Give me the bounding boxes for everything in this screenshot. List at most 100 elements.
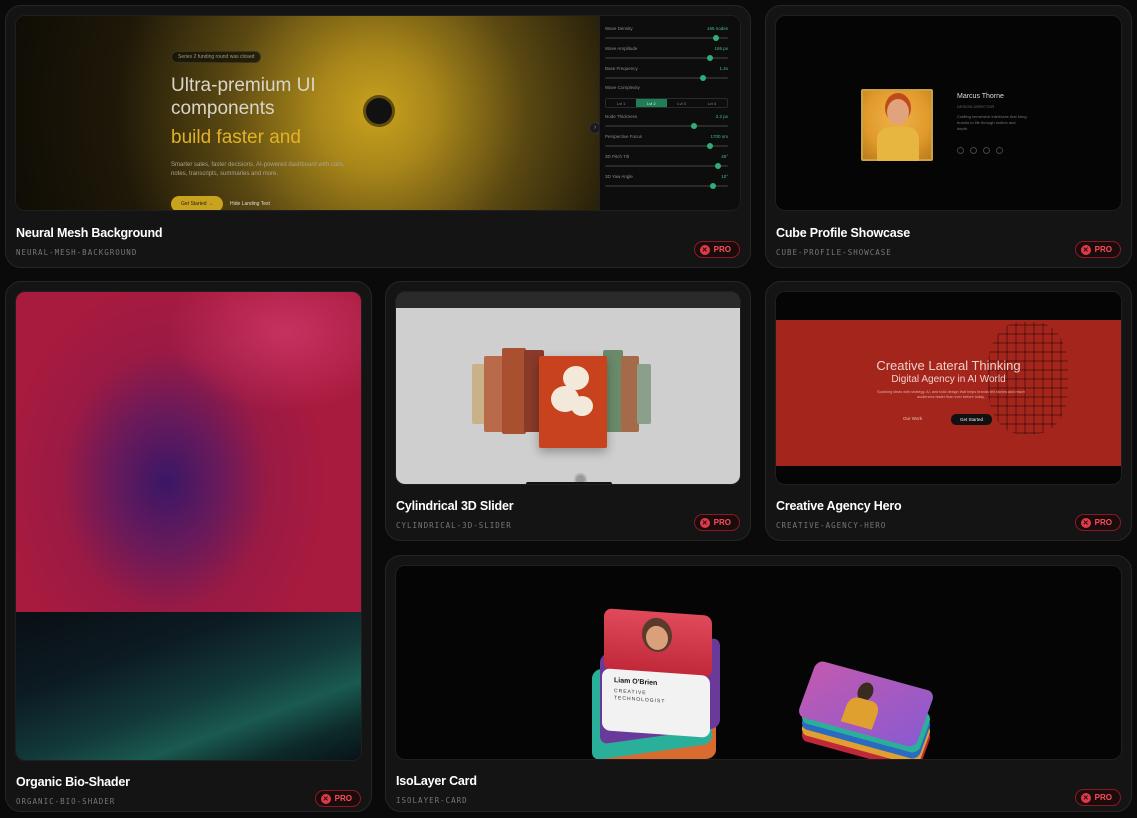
cube-profile-preview[interactable]: Marcus Thorne DESIGN DIRECTOR Crafting i… (775, 15, 1122, 211)
pro-badge-label: PRO (713, 518, 731, 527)
control-label: 3D Pitch Tilt (605, 154, 630, 159)
creative-agency-preview[interactable]: Creative Lateral Thinking Digital Agency… (775, 291, 1122, 485)
complexity-segmented-control: Lvl 1 Lvl 2 Lvl 3 Lvl 4 (605, 98, 728, 108)
slide-card-active[interactable] (539, 356, 607, 448)
card-slug: ORGANIC-BIO-SHADER (16, 797, 116, 806)
pro-badge-label: PRO (1094, 793, 1112, 802)
component-card-cylindrical-slider[interactable]: Cylindrical 3D Slider CYLINDRICAL-3D-SLI… (385, 281, 751, 541)
slider-handle[interactable] (700, 75, 707, 81)
slide-card[interactable] (502, 348, 526, 434)
profile-role: DESIGN DIRECTOR (957, 104, 995, 109)
iso-name: Liam O'Brien (614, 677, 658, 688)
close-icon: ✕ (1080, 244, 1091, 255)
profile-photo (604, 608, 712, 678)
slider-stage (396, 308, 740, 484)
preview-headline: Ultra-premium UI components (171, 75, 316, 119)
get-started-button[interactable]: Get Started → (171, 196, 223, 210)
card-title[interactable]: Organic Bio-Shader (16, 775, 130, 789)
component-card-creative-agency[interactable]: Creative Lateral Thinking Digital Agency… (765, 281, 1132, 541)
card-slug: CREATIVE-AGENCY-HERO (776, 521, 887, 530)
control-label: Wave Amplitude (605, 46, 638, 51)
scroll-indicator[interactable] (526, 482, 612, 484)
profile-bio: Crafting immersive interfaces that bring… (957, 114, 1027, 131)
slider-handle[interactable] (712, 35, 719, 41)
complexity-option[interactable]: Lvl 2 (636, 99, 667, 107)
pro-badge: ✕ PRO (1074, 241, 1121, 258)
card-title[interactable]: Neural Mesh Background (16, 226, 163, 240)
pro-badge-label: PRO (334, 794, 352, 803)
card-title[interactable]: Cube Profile Showcase (776, 226, 910, 240)
our-work-button[interactable]: Our Work (903, 416, 922, 421)
card-title[interactable]: Creative Agency Hero (776, 499, 902, 513)
iso-role-2: TECHNOLOGIST (614, 695, 666, 705)
card-slug: ISOLAYER-CARD (396, 796, 468, 805)
pro-badge: ✕ PRO (693, 514, 740, 531)
pro-badge: ✕ PRO (1074, 789, 1121, 806)
preview-headline-accent: build faster and (171, 127, 301, 148)
github-icon[interactable] (996, 147, 1003, 154)
control-value: 45° (721, 154, 728, 159)
control-label: Node Thickness (605, 114, 638, 119)
controls-panel: Wave Density 165 nodes Wave Amplitude 165 p… (599, 16, 740, 210)
control-label: Base Frequency (605, 66, 638, 71)
profile-name: Marcus Thorne (957, 93, 1004, 100)
card-title[interactable]: IsoLayer Card (396, 774, 477, 788)
close-icon: ✕ (1080, 517, 1091, 528)
complexity-option[interactable]: Lvl 3 (667, 99, 697, 107)
slider-handle[interactable] (690, 123, 697, 129)
hero-headline: Creative Lateral Thinking (876, 358, 1021, 373)
hero-description: Sparking ideas with strategy, AI, and bo… (877, 390, 1025, 399)
close-icon: ✕ (1080, 792, 1091, 803)
control-7: 3D Yaw Angle 10° (605, 174, 728, 192)
profile-photo (861, 89, 933, 161)
close-icon: ✕ (699, 244, 710, 255)
component-card-neural-mesh[interactable]: Series 2 funding round was closed Ultra-… (5, 5, 751, 268)
control-5: Perspective Focus 1700 nm (605, 134, 728, 152)
slider-handle[interactable] (706, 55, 713, 61)
instagram-icon[interactable] (970, 147, 977, 154)
neural-mesh-preview[interactable]: Series 2 funding round was closed Ultra-… (15, 15, 741, 211)
hide-landing-text-button[interactable]: Hide Landing Text (230, 201, 270, 207)
slider-track[interactable] (605, 37, 728, 39)
announcement-pill[interactable]: Series 2 funding round was closed (171, 51, 262, 63)
control-label: 3D Yaw Angle (605, 174, 633, 179)
id-card[interactable]: Liam O'Brien CREATIVE TECHNOLOGIST (602, 668, 710, 738)
control-4: Node Thickness 2.2 px (605, 114, 728, 132)
control-value: 165 px (714, 46, 728, 51)
control-label: Wave Complexity (605, 85, 640, 90)
control-2: Base Frequency 1.2x (605, 66, 728, 84)
twitter-icon[interactable] (957, 147, 964, 154)
pro-badge-label: PRO (1094, 245, 1112, 254)
slider-track[interactable] (605, 125, 728, 127)
linkedin-icon[interactable] (983, 147, 990, 154)
control-value: 10° (721, 174, 728, 179)
control-0: Wave Density 165 nodes (605, 26, 728, 44)
control-label: Wave Density (605, 26, 633, 31)
component-card-bio-shader[interactable]: Organic Bio-Shader ORGANIC-BIO-SHADER ✕ … (5, 281, 372, 812)
control-value: 2.2 px (715, 114, 728, 119)
card-title[interactable]: Cylindrical 3D Slider (396, 499, 514, 513)
isolayer-preview[interactable]: Liam O'Brien CREATIVE TECHNOLOGIST (395, 565, 1122, 760)
control-6: 3D Pitch Tilt 45° (605, 154, 728, 172)
component-card-isolayer[interactable]: Liam O'Brien CREATIVE TECHNOLOGIST IsoLa… (385, 555, 1132, 812)
control-label: Perspective Focus (605, 134, 643, 139)
hero-subheadline: Digital Agency in AI World (891, 374, 1006, 385)
slider-handle[interactable] (710, 183, 717, 189)
slider-track[interactable] (605, 165, 728, 167)
slider-handle[interactable] (706, 143, 713, 149)
get-started-button[interactable]: Get Started (951, 414, 993, 425)
slider-handle[interactable] (715, 163, 722, 169)
slide-card[interactable] (484, 356, 504, 432)
card-slug: CUBE-PROFILE-SHOWCASE (776, 248, 892, 257)
slider-track[interactable] (605, 77, 728, 79)
slide-card[interactable] (637, 364, 651, 424)
control-value: 1700 nm (710, 134, 728, 139)
cylindrical-slider-preview[interactable] (395, 291, 741, 485)
component-card-cube-profile[interactable]: Marcus Thorne DESIGN DIRECTOR Crafting i… (765, 5, 1132, 268)
pro-badge-label: PRO (713, 245, 731, 254)
complexity-option[interactable]: Lvl 1 (606, 99, 636, 107)
complexity-option[interactable]: Lvl 4 (697, 99, 727, 107)
preview-description: Smarter sales, faster decisions. AI-powe… (171, 162, 345, 177)
bio-shader-preview[interactable] (15, 291, 362, 761)
control-value: 165 nodes (706, 26, 728, 31)
